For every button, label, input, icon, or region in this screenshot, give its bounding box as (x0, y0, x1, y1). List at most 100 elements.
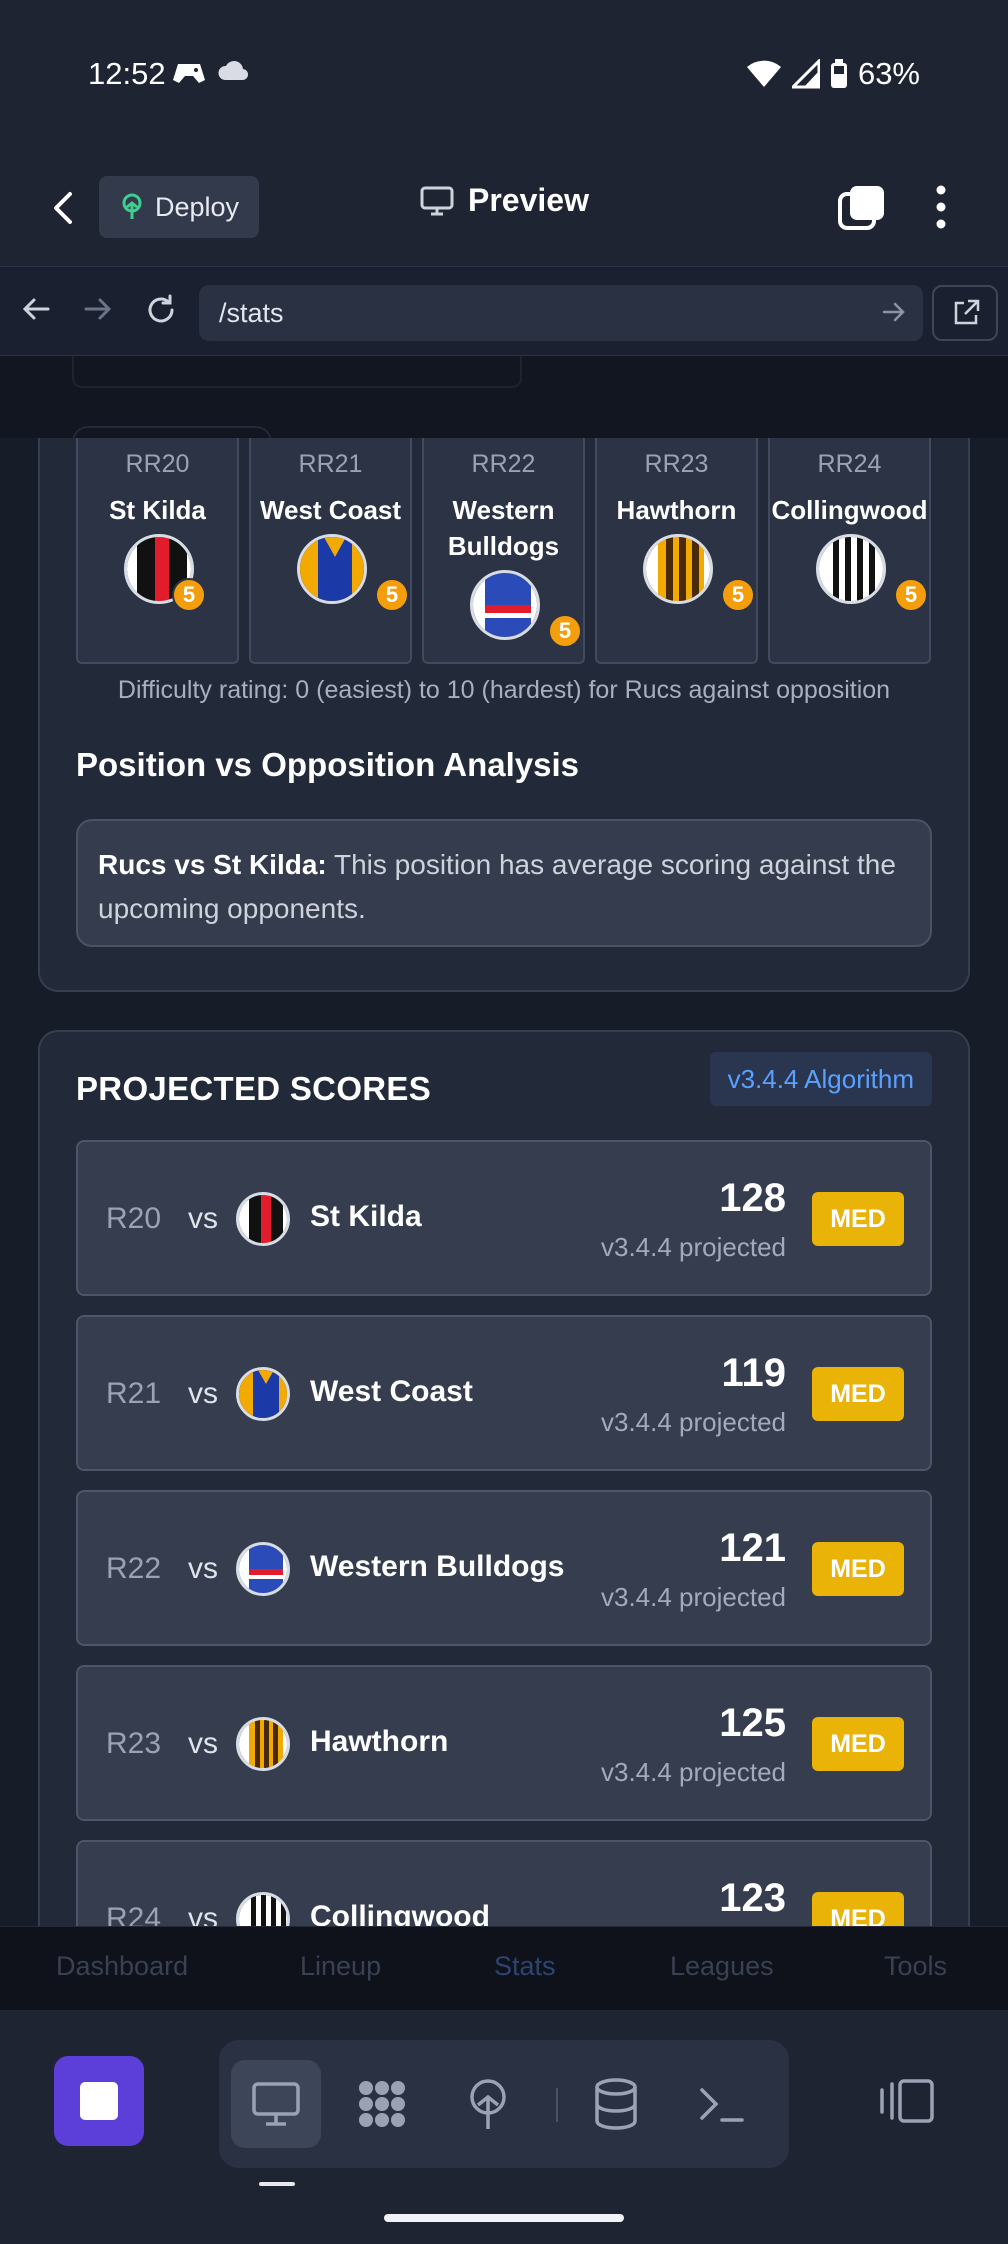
row-round: R20 (106, 1202, 162, 1235)
rating-badge: MED (812, 1892, 904, 1926)
external-link-icon (954, 299, 980, 325)
difficulty-badge: 5 (894, 578, 928, 612)
st-kilda-logo-icon (236, 1192, 290, 1246)
projection-row[interactable]: R24 vs Collingwood 123 MED (76, 1840, 932, 1926)
database-icon (595, 2078, 637, 2130)
stop-button[interactable] (54, 2056, 144, 2146)
difficulty-note: Difficulty rating: 0 (easiest) to 10 (ha… (117, 676, 891, 704)
fixture-list: RR20 St Kilda 5 RR21 West Coast 5 RR22 W… (76, 438, 931, 664)
open-external-button[interactable] (932, 285, 998, 341)
algorithm-badge: v3.4.4 Algorithm (709, 1052, 932, 1106)
fixture-card[interactable]: RR22 Western Bulldogs 5 (422, 438, 585, 664)
western-bulldogs-guernsey-icon (470, 570, 540, 640)
apps-tool[interactable] (337, 2060, 427, 2148)
deploy-button[interactable]: Deploy (99, 176, 259, 238)
nav-dashboard[interactable]: Dashboard (56, 1951, 188, 1982)
west-coast-logo-icon (236, 1367, 290, 1421)
row-score: 121 (719, 1526, 786, 1570)
west-coast-guernsey-icon (297, 534, 367, 604)
system-status-bar: 12:52 63% (0, 0, 1008, 150)
browser-url-bar: /stats (0, 266, 1008, 356)
nav-lineup[interactable]: Lineup (300, 1951, 381, 1982)
row-round: R24 (106, 1902, 162, 1926)
app-bottom-nav: Dashboard Lineup Stats Leagues Tools (0, 1926, 1008, 2010)
tabs-icon[interactable] (838, 184, 886, 230)
system-indicators: 63% (746, 56, 920, 92)
sticky-header-overlay (0, 356, 1008, 456)
signal-icon (791, 59, 820, 89)
row-vs: vs (188, 1727, 218, 1760)
forward-arrow-icon[interactable] (82, 293, 114, 325)
row-subtitle: v3.4.4 projected (600, 1757, 786, 1787)
row-vs: vs (188, 1552, 218, 1585)
app-header: Deploy Preview (0, 150, 1008, 266)
fixture-round: RR23 (644, 450, 709, 478)
row-round: R22 (106, 1552, 162, 1585)
fixture-team: Collingwood (771, 495, 928, 525)
rating-badge: MED (812, 1367, 904, 1421)
difficulty-badge: 5 (721, 578, 755, 612)
battery-percent: 63% (857, 56, 920, 91)
gamepad-icon (173, 64, 205, 83)
projection-row[interactable]: R21 vs West Coast 119 v3.4.4 projected M… (76, 1315, 932, 1471)
preview-tab[interactable]: Preview (420, 182, 589, 219)
home-gesture-bar[interactable] (384, 2214, 624, 2222)
row-team: West Coast (310, 1375, 473, 1408)
row-round: R21 (106, 1377, 162, 1410)
row-vs: vs (188, 1902, 218, 1926)
monitor-icon (252, 2082, 300, 2126)
back-chevron-icon[interactable] (44, 188, 84, 228)
row-team: Western Bulldogs (310, 1550, 565, 1583)
terminal-tool[interactable] (677, 2060, 767, 2148)
url-text: /stats (219, 298, 284, 328)
go-arrow-icon[interactable] (881, 299, 907, 325)
row-subtitle: v3.4.4 projected (600, 1407, 786, 1437)
monitor-icon (420, 186, 454, 215)
reload-icon[interactable] (144, 293, 178, 327)
row-subtitle: v3.4.4 projected (600, 1232, 786, 1262)
url-input[interactable]: /stats (199, 285, 923, 341)
preview-tool[interactable] (231, 2060, 321, 2148)
row-score: 128 (719, 1176, 786, 1220)
deploy-tool[interactable] (443, 2060, 533, 2148)
projection-row[interactable]: R22 vs Western Bulldogs 121 v3.4.4 proje… (76, 1490, 932, 1646)
row-team: Collingwood (310, 1900, 490, 1926)
row-round: R23 (106, 1727, 162, 1760)
terminal-icon (700, 2088, 744, 2122)
fixture-card[interactable]: RR21 West Coast 5 (249, 438, 412, 664)
nav-stats[interactable]: Stats (494, 1951, 556, 1982)
row-score: 119 (721, 1351, 786, 1395)
analysis-box: Rucs vs St Kilda: This position has aver… (76, 819, 932, 947)
database-tool[interactable] (571, 2060, 661, 2148)
projected-scores-card: PROJECTED SCORES v3.4.4 Algorithm R20 vs… (38, 1030, 970, 1926)
rating-badge: MED (812, 1717, 904, 1771)
fixture-card[interactable]: RR20 St Kilda 5 (76, 438, 239, 664)
collingwood-logo-icon (236, 1892, 290, 1926)
back-arrow-icon[interactable] (20, 293, 52, 325)
fixture-team: Western Bulldogs (447, 495, 560, 561)
battery-icon (830, 59, 847, 88)
broadcast-icon (470, 2079, 506, 2129)
row-score: 123 (719, 1876, 786, 1920)
toolbar-divider (556, 2088, 558, 2122)
projection-row[interactable]: R20 vs St Kilda 128 v3.4.4 projected MED (76, 1140, 932, 1296)
row-vs: vs (188, 1202, 218, 1235)
deploy-icon (122, 193, 142, 219)
western-bulldogs-logo-icon (236, 1542, 290, 1596)
projection-row[interactable]: R23 vs Hawthorn 125 v3.4.4 projected MED (76, 1665, 932, 1821)
split-view-icon[interactable] (878, 2078, 936, 2124)
fixture-card[interactable]: RR24 Collingwood 5 (768, 438, 931, 664)
fixture-round: RR20 (125, 450, 190, 478)
season-average-field (72, 356, 522, 388)
nav-tools[interactable]: Tools (884, 1951, 947, 1982)
fixture-team: St Kilda (109, 495, 206, 525)
nav-leagues[interactable]: Leagues (670, 1951, 774, 1982)
hawthorn-guernsey-icon (643, 534, 713, 604)
more-options-icon[interactable] (934, 184, 948, 230)
fixture-team: West Coast (259, 495, 402, 525)
fixture-card[interactable]: RR23 Hawthorn 5 (595, 438, 758, 664)
fixture-team: Hawthorn (616, 495, 737, 525)
analysis-heading: Position vs Opposition Analysis (76, 746, 580, 783)
cloud-icon (218, 61, 249, 81)
active-indicator (259, 2182, 295, 2186)
